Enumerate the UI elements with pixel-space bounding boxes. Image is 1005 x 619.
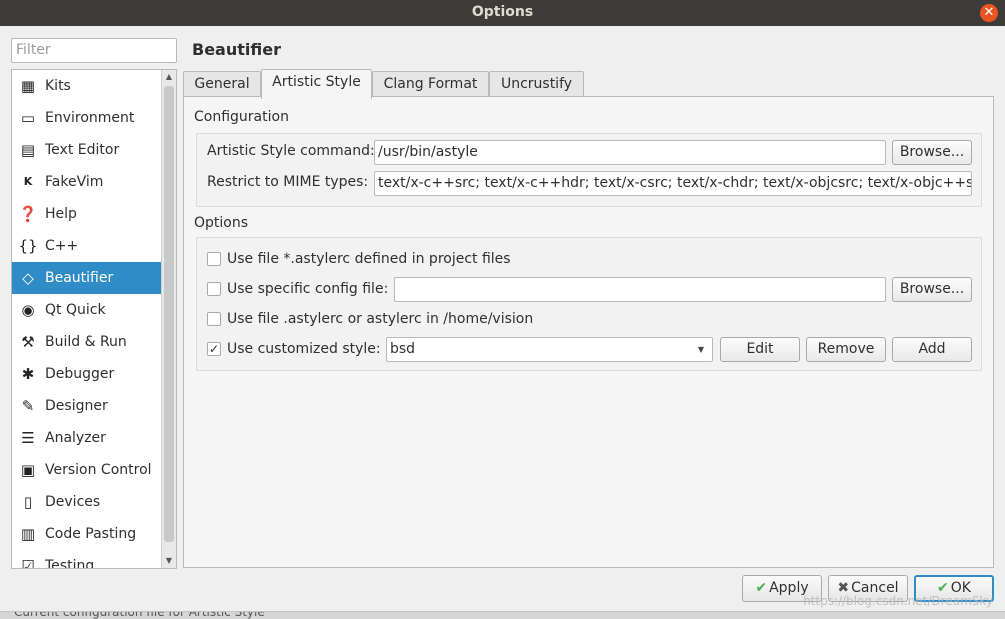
- browse-config-button[interactable]: Browse...: [892, 277, 972, 302]
- diamond-icon: ◇: [22, 269, 34, 287]
- use-project-file-checkbox[interactable]: [207, 252, 221, 266]
- category-label: FakeVim: [45, 174, 104, 190]
- tab-artistic-style[interactable]: Artistic Style: [261, 69, 372, 99]
- mime-label: Restrict to MIME types:: [207, 174, 369, 190]
- category-label: Help: [45, 206, 77, 222]
- command-label: Artistic Style command:: [207, 143, 375, 159]
- command-input[interactable]: /usr/bin/astyle: [374, 140, 886, 165]
- text-editor-icon: ▤: [20, 141, 36, 159]
- configuration-heading: Configuration: [194, 109, 289, 125]
- use-customized-style-label: Use customized style:: [227, 341, 381, 357]
- watermark: https://blog.csdn.net/DreamSky: [803, 594, 993, 608]
- checkmark-icon: ✔: [755, 580, 768, 596]
- scrollbar-thumb[interactable]: [164, 86, 174, 542]
- category-label: Debugger: [45, 366, 115, 382]
- category-item-beautifier[interactable]: ◇ Beautifier: [12, 262, 162, 294]
- braces-icon: {}: [18, 237, 38, 255]
- options-group: Use file *.astylerc defined in project f…: [196, 237, 982, 371]
- monitor-icon: ▭: [20, 109, 36, 127]
- tab-general[interactable]: General: [183, 71, 261, 98]
- category-label: Testing: [45, 558, 95, 569]
- options-dialog: Filter ▦ Kits ▭ Environment ▤ Text Editor K…: [0, 26, 1005, 619]
- scroll-up-icon[interactable]: ▲: [162, 70, 176, 84]
- help-icon: ❓: [18, 205, 38, 223]
- configuration-group: Artistic Style command: /usr/bin/astyle …: [196, 133, 982, 207]
- category-label: C++: [45, 238, 79, 254]
- close-icon[interactable]: ✕: [980, 4, 998, 22]
- scroll-down-icon[interactable]: ▼: [162, 554, 176, 568]
- filter-input[interactable]: Filter: [11, 38, 177, 63]
- pencil-icon: ✎: [21, 397, 35, 415]
- browse-command-button[interactable]: Browse...: [892, 140, 972, 165]
- chevron-down-icon: ▼: [697, 345, 704, 354]
- customized-style-value: bsd: [390, 341, 416, 357]
- category-label: Build & Run: [45, 334, 127, 350]
- category-list: ▦ Kits ▭ Environment ▤ Text Editor K FakeVim…: [11, 69, 177, 569]
- category-label: Designer: [45, 398, 108, 414]
- use-customized-style-checkbox[interactable]: ✓: [207, 342, 221, 356]
- category-label: Code Pasting: [45, 526, 137, 542]
- use-specific-config-label: Use specific config file:: [227, 281, 389, 297]
- analyzer-icon: ☰: [21, 429, 35, 447]
- window-title: Options: [471, 4, 534, 20]
- status-bar: Current configuration file for Artistic …: [0, 611, 1005, 619]
- use-project-file-label: Use file *.astylerc defined in project f…: [227, 251, 511, 267]
- customized-style-select[interactable]: bsd ▼: [386, 337, 713, 362]
- version-control-icon: ▣: [20, 461, 36, 479]
- category-item-designer[interactable]: ✎ Designer: [12, 390, 162, 422]
- category-item-help[interactable]: ❓ Help: [12, 198, 162, 230]
- category-item-text-editor[interactable]: ▤ Text Editor: [12, 134, 162, 166]
- clipboard-icon: ▥: [20, 525, 36, 543]
- category-item-version-control[interactable]: ▣ Version Control: [12, 454, 162, 486]
- fakevim-icon: K: [23, 175, 33, 188]
- remove-style-button[interactable]: Remove: [806, 337, 886, 362]
- add-style-button[interactable]: Add: [892, 337, 972, 362]
- artistic-style-panel: Configuration Artistic Style command: /u…: [183, 96, 994, 568]
- hammer-icon: ⚒: [21, 333, 35, 351]
- use-home-file-checkbox[interactable]: [207, 312, 221, 326]
- category-item-code-pasting[interactable]: ▥ Code Pasting: [12, 518, 162, 550]
- use-specific-config-checkbox[interactable]: [207, 282, 221, 296]
- qtquick-icon: ◉: [21, 301, 35, 319]
- category-label: Text Editor: [45, 142, 120, 158]
- category-label: Devices: [45, 494, 101, 510]
- category-item-qt-quick[interactable]: ◉ Qt Quick: [12, 294, 162, 326]
- category-item-environment[interactable]: ▭ Environment: [12, 102, 162, 134]
- category-item-build-run[interactable]: ⚒ Build & Run: [12, 326, 162, 358]
- category-label: Kits: [45, 78, 71, 94]
- kits-icon: ▦: [20, 77, 36, 95]
- status-text: Current configuration file for Artistic …: [14, 611, 265, 619]
- bug-icon: ✱: [21, 365, 35, 383]
- category-label: Environment: [45, 110, 135, 126]
- mime-input[interactable]: text/x-c++src; text/x-c++hdr; text/x-csr…: [374, 171, 972, 196]
- category-label: Qt Quick: [45, 302, 106, 318]
- edit-style-button[interactable]: Edit: [720, 337, 800, 362]
- category-label: Beautifier: [45, 270, 114, 286]
- window-titlebar: Options ✕: [0, 0, 1005, 26]
- category-item-debugger[interactable]: ✱ Debugger: [12, 358, 162, 390]
- category-scrollbar[interactable]: ▲ ▼: [161, 70, 176, 568]
- category-item-testing[interactable]: ☑ Testing: [12, 550, 162, 569]
- tab-clang-format[interactable]: Clang Format: [372, 71, 489, 98]
- category-item-fakevim[interactable]: K FakeVim: [12, 166, 162, 198]
- use-home-file-label: Use file .astylerc or astylerc in /home/…: [227, 311, 534, 327]
- specific-config-input[interactable]: [394, 277, 886, 302]
- category-label: Version Control: [45, 462, 152, 478]
- category-item-analyzer[interactable]: ☰ Analyzer: [12, 422, 162, 454]
- category-item-kits[interactable]: ▦ Kits: [12, 70, 162, 102]
- testing-icon: ☑: [21, 557, 35, 569]
- tab-uncrustify[interactable]: Uncrustify: [489, 71, 584, 98]
- page-title: Beautifier: [192, 40, 281, 59]
- options-heading: Options: [194, 215, 249, 231]
- category-item-devices[interactable]: ▯ Devices: [12, 486, 162, 518]
- category-item-cpp[interactable]: {} C++: [12, 230, 162, 262]
- devices-icon: ▯: [23, 493, 33, 511]
- category-label: Analyzer: [45, 430, 106, 446]
